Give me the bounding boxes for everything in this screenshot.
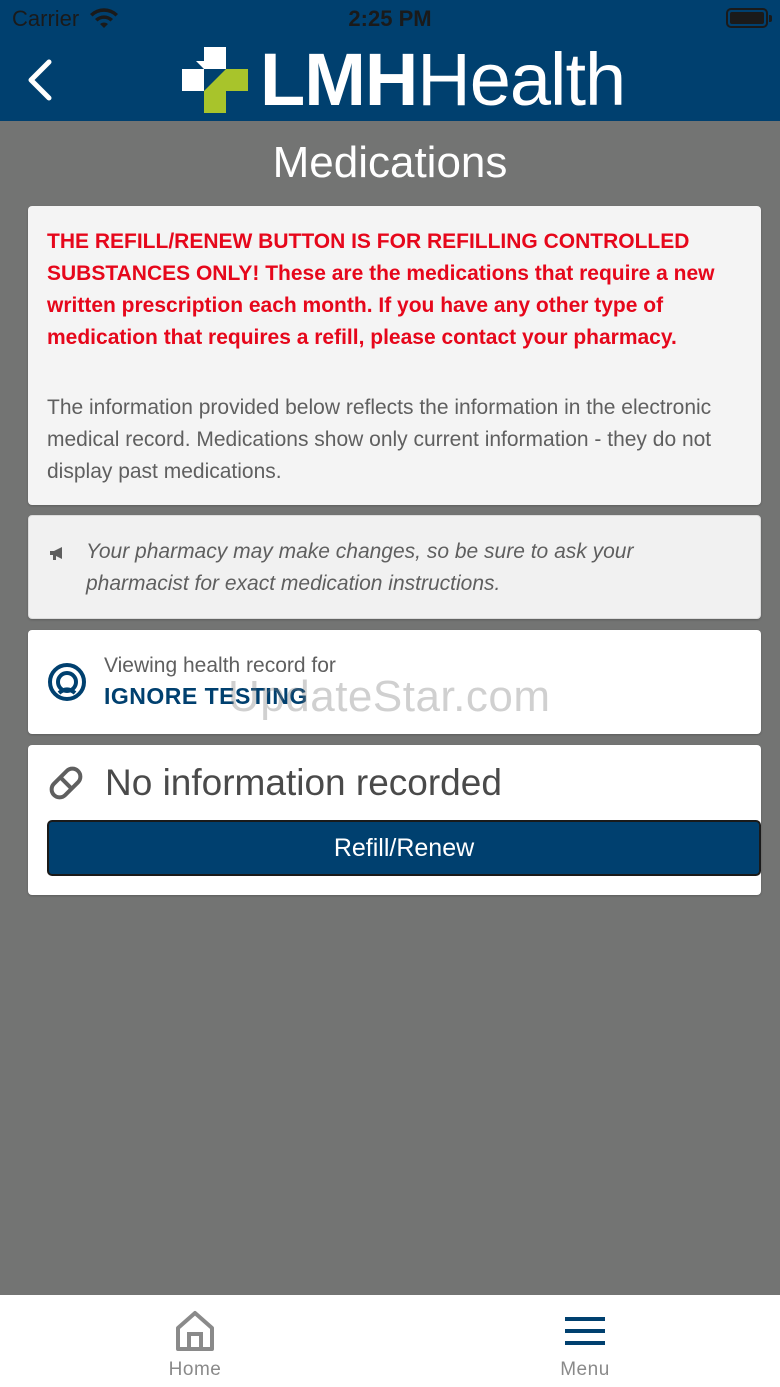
tab-home-label: Home bbox=[168, 1359, 222, 1380]
back-button[interactable] bbox=[14, 52, 64, 108]
patient-name: IGNORE TESTING bbox=[104, 683, 308, 709]
health-record-card: Viewing health record for IGNORE TESTING bbox=[28, 630, 761, 734]
no-medications-text: No information recorded bbox=[105, 762, 502, 803]
logo-wordmark: LMHHealth bbox=[260, 38, 626, 121]
bottom-tab-bar: Home Menu bbox=[0, 1295, 780, 1387]
tab-menu-label: Menu bbox=[560, 1359, 610, 1380]
battery-icon bbox=[726, 8, 772, 28]
medications-card: No information recorded Refill/Renew bbox=[28, 745, 761, 895]
record-info: Viewing health record for IGNORE TESTING bbox=[104, 652, 336, 712]
page-title: Medications bbox=[272, 138, 508, 187]
chevron-left-icon bbox=[28, 59, 52, 101]
tab-home[interactable]: Home bbox=[0, 1295, 390, 1387]
tab-menu[interactable]: Menu bbox=[390, 1295, 780, 1387]
pharmacy-note-card: Your pharmacy may make changes, so be su… bbox=[28, 515, 761, 619]
refill-renew-button[interactable]: Refill/Renew bbox=[47, 820, 761, 876]
pill-icon bbox=[49, 766, 83, 800]
hamburger-menu-icon bbox=[565, 1317, 605, 1345]
record-label: Viewing health record for bbox=[104, 654, 336, 677]
status-bar: Carrier 2:25 PM bbox=[0, 0, 780, 40]
lmh-health-logo: LMHHealth bbox=[182, 38, 626, 121]
pharmacy-note-text: Your pharmacy may make changes, so be su… bbox=[86, 540, 634, 595]
logo-mark-icon bbox=[182, 47, 248, 113]
warning-card: THE REFILL/RENEW BUTTON IS FOR REFILLING… bbox=[28, 206, 761, 505]
medications-empty-row: No information recorded bbox=[47, 759, 742, 807]
refill-warning-text: THE REFILL/RENEW BUTTON IS FOR REFILLING… bbox=[47, 230, 715, 349]
app-header: Carrier 2:25 PM LMHHealth bbox=[0, 0, 780, 121]
clock: 2:25 PM bbox=[348, 6, 432, 31]
user-circle-icon bbox=[48, 663, 86, 701]
home-icon bbox=[176, 1311, 214, 1351]
megaphone-icon bbox=[50, 547, 62, 560]
medical-record-info-text: The information provided below reflects … bbox=[47, 396, 712, 483]
